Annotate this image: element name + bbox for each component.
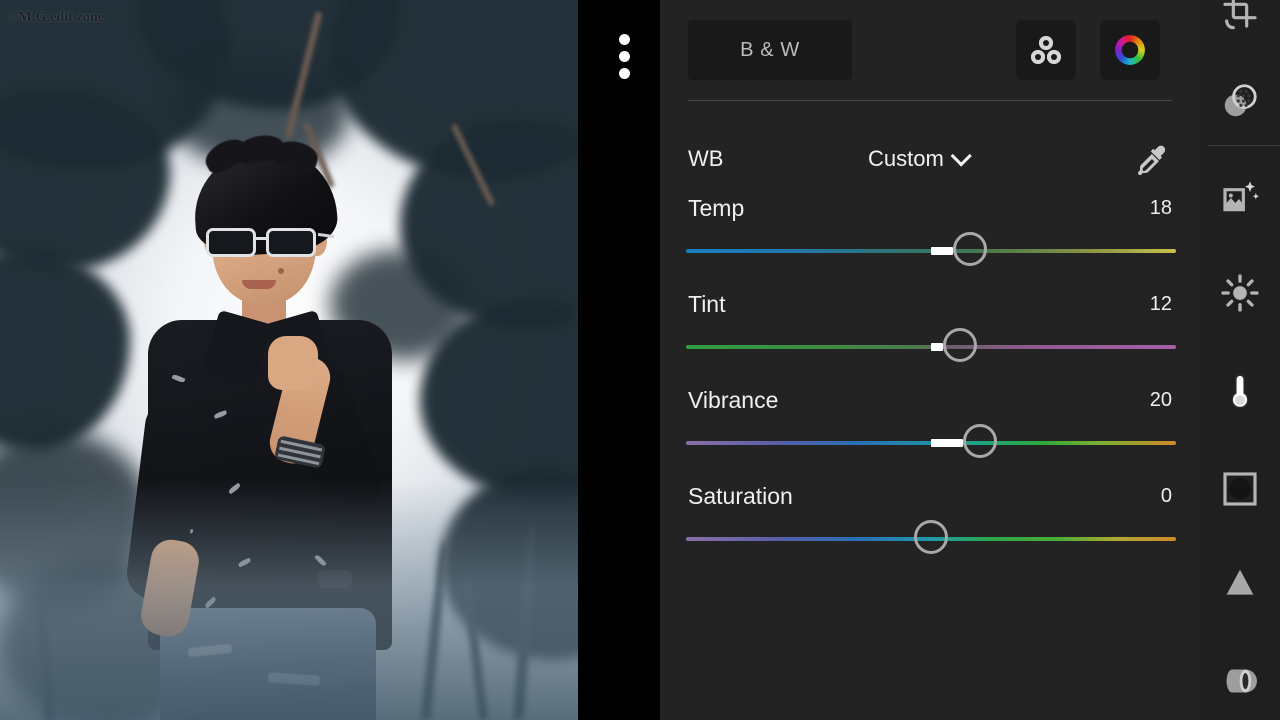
- healing-blend-icon: [1224, 84, 1257, 117]
- color-mix-icon: [1031, 36, 1061, 64]
- wb-selected-value: Custom: [868, 146, 944, 171]
- header-divider: [688, 100, 1172, 101]
- slider-label: Saturation: [688, 483, 793, 509]
- subject-hand: [268, 336, 318, 390]
- white-balance-row: WB Custom: [660, 138, 1200, 182]
- rail-divider: [1208, 145, 1280, 146]
- slider-saturation[interactable]: Saturation 0: [660, 483, 1200, 569]
- rail-button-auto-enhance[interactable]: [1200, 157, 1280, 239]
- wb-label: WB: [688, 146, 724, 171]
- light-sun-icon: [1221, 274, 1259, 312]
- eyedropper-button[interactable]: [1134, 142, 1172, 180]
- slider-value: 0: [1160, 485, 1172, 507]
- color-thermometer-icon: [1231, 374, 1249, 409]
- subject-mouth: [242, 280, 276, 289]
- photo-watermark: ©M.G.edit zone: [8, 10, 105, 25]
- slider-tint[interactable]: Tint 12: [660, 291, 1200, 377]
- rail-button-color[interactable]: [1200, 350, 1280, 432]
- color-panel: B & W WB Custom Temp 18 Tint 12 Vibrance…: [660, 0, 1200, 720]
- color-mix-button[interactable]: [1016, 20, 1076, 80]
- slider-label: Temp: [688, 195, 745, 221]
- optics-lens-icon: [1226, 669, 1257, 693]
- slider-thumb[interactable]: [943, 328, 978, 362]
- slider-value: 12: [1149, 293, 1172, 315]
- photo-bottom-haze: [0, 480, 578, 720]
- detail-triangle-icon: [1226, 569, 1254, 595]
- chevron-down-icon: [950, 144, 972, 167]
- eyedropper-icon: [1137, 145, 1166, 176]
- slider-fill: [931, 247, 954, 255]
- slider-label: Tint: [688, 291, 726, 317]
- slider-thumb[interactable]: [953, 232, 988, 266]
- subject-sunglasses: [206, 228, 335, 258]
- rail-button-crop[interactable]: [1200, 0, 1280, 52]
- slider-thumb[interactable]: [963, 424, 997, 458]
- color-wheel-button[interactable]: [1100, 20, 1160, 80]
- slider-vibrance[interactable]: Vibrance 20: [660, 387, 1200, 473]
- rail-button-detail[interactable]: [1200, 542, 1280, 624]
- slider-value: 20: [1149, 389, 1172, 411]
- slider-label: Vibrance: [688, 387, 779, 413]
- slider-temp[interactable]: Temp 18: [660, 195, 1200, 281]
- slider-fill: [931, 343, 944, 351]
- kebab-dot: [619, 68, 630, 79]
- left-gutter: [578, 0, 660, 720]
- subject-mole: [278, 268, 284, 274]
- slider-value: 18: [1149, 197, 1172, 219]
- slider-fill: [931, 439, 963, 447]
- rail-button-optics[interactable]: [1200, 640, 1280, 720]
- more-options-button[interactable]: [618, 34, 632, 80]
- tool-rail: [1200, 0, 1280, 720]
- slider-thumb[interactable]: [914, 520, 948, 554]
- kebab-dot: [619, 34, 630, 45]
- color-panel-header: B & W: [660, 0, 1200, 100]
- rail-button-light[interactable]: [1200, 252, 1280, 334]
- app-root: ©M.G.edit zone B & W WB Custom Temp 18 T…: [0, 0, 1280, 720]
- crop-rotate-icon: [1223, 0, 1257, 30]
- photo-preview[interactable]: ©M.G.edit zone: [0, 0, 578, 720]
- wb-dropdown[interactable]: Custom: [868, 144, 972, 172]
- black-and-white-button[interactable]: B & W: [688, 20, 852, 80]
- auto-enhance-image-icon: [1223, 181, 1260, 212]
- photo-canvas: [0, 0, 578, 720]
- rail-button-effects[interactable]: [1200, 448, 1280, 530]
- kebab-dot: [619, 51, 630, 62]
- effects-frame-icon: [1223, 472, 1257, 506]
- rail-button-healing[interactable]: [1200, 60, 1280, 142]
- color-wheel-icon: [1115, 35, 1145, 65]
